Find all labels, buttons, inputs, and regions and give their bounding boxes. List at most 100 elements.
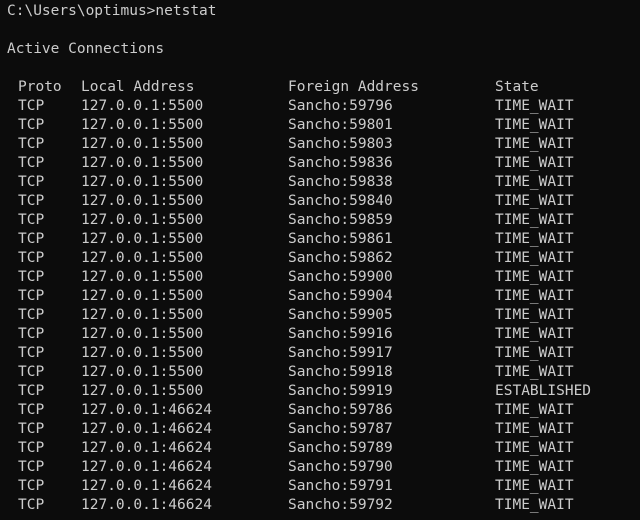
table-row: TCP 127.0.0.1:5500 Sancho:59840 TIME_WAIT	[0, 192, 640, 211]
local-address-cell: 127.0.0.1:5500	[81, 174, 204, 190]
table-row: TCP 127.0.0.1:5500 Sancho:59801 TIME_WAIT	[0, 116, 640, 135]
local-address-cell: 127.0.0.1:5500	[81, 326, 204, 342]
foreign-address-cell: Sancho:59838	[288, 174, 393, 190]
local-address-cell: 127.0.0.1:5500	[81, 117, 204, 133]
foreign-address-cell: Sancho:59791	[288, 478, 393, 494]
foreign-address-cell: Sancho:59918	[288, 364, 393, 380]
proto-cell: TCP	[18, 174, 45, 190]
state-cell: TIME_WAIT	[495, 402, 574, 418]
foreign-address-cell: Sancho:59787	[288, 421, 393, 437]
table-row: TCP 127.0.0.1:46624 Sancho:59786 TIME_WAIT	[0, 401, 640, 420]
proto-cell: TCP	[18, 269, 45, 285]
local-address-cell: 127.0.0.1:5500	[81, 345, 204, 361]
state-cell: TIME_WAIT	[495, 478, 574, 494]
column-header-proto: Proto	[18, 79, 62, 95]
proto-cell: TCP	[18, 98, 45, 114]
foreign-address-cell: Sancho:59786	[288, 402, 393, 418]
proto-cell: TCP	[18, 421, 45, 437]
local-address-cell: 127.0.0.1:5500	[81, 231, 204, 247]
foreign-address-cell: Sancho:59919	[288, 383, 393, 399]
foreign-address-cell: Sancho:59905	[288, 307, 393, 323]
state-cell: TIME_WAIT	[495, 421, 574, 437]
table-row: TCP 127.0.0.1:5500 Sancho:59916 TIME_WAIT	[0, 325, 640, 344]
column-header-local-address: Local Address	[81, 79, 195, 95]
table-row: TCP 127.0.0.1:5500 Sancho:59861 TIME_WAIT	[0, 230, 640, 249]
state-cell: TIME_WAIT	[495, 345, 574, 361]
local-address-cell: 127.0.0.1:46624	[81, 402, 212, 418]
table-row: TCP 127.0.0.1:5500 Sancho:59900 TIME_WAIT	[0, 268, 640, 287]
local-address-cell: 127.0.0.1:46624	[81, 478, 212, 494]
local-address-cell: 127.0.0.1:46624	[81, 459, 212, 475]
local-address-cell: 127.0.0.1:5500	[81, 364, 204, 380]
proto-cell: TCP	[18, 117, 45, 133]
proto-cell: TCP	[18, 459, 45, 475]
proto-cell: TCP	[18, 288, 45, 304]
state-cell: TIME_WAIT	[495, 98, 574, 114]
proto-cell: TCP	[18, 402, 45, 418]
table-row: TCP 127.0.0.1:5500 Sancho:59859 TIME_WAIT	[0, 211, 640, 230]
proto-cell: TCP	[18, 155, 45, 171]
table-row: TCP 127.0.0.1:5500 Sancho:59919 ESTABLISHED	[0, 382, 640, 401]
state-cell: TIME_WAIT	[495, 155, 574, 171]
terminal-window[interactable]: C:\Users\optimus>netstat Active Connecti…	[0, 0, 640, 520]
foreign-address-cell: Sancho:59789	[288, 440, 393, 456]
section-title: Active Connections	[7, 41, 165, 57]
proto-cell: TCP	[18, 193, 45, 209]
local-address-cell: 127.0.0.1:5500	[81, 98, 204, 114]
foreign-address-cell: Sancho:59904	[288, 288, 393, 304]
state-cell: TIME_WAIT	[495, 497, 574, 513]
proto-cell: TCP	[18, 364, 45, 380]
foreign-address-cell: Sancho:59792	[288, 497, 393, 513]
foreign-address-cell: Sancho:59803	[288, 136, 393, 152]
local-address-cell: 127.0.0.1:5500	[81, 212, 204, 228]
state-cell: TIME_WAIT	[495, 193, 574, 209]
state-cell: TIME_WAIT	[495, 326, 574, 342]
foreign-address-cell: Sancho:59917	[288, 345, 393, 361]
state-cell: TIME_WAIT	[495, 174, 574, 190]
table-header: Proto Local Address Foreign Address Stat…	[0, 78, 640, 97]
foreign-address-cell: Sancho:59859	[288, 212, 393, 228]
state-cell: TIME_WAIT	[495, 212, 574, 228]
proto-cell: TCP	[18, 231, 45, 247]
proto-cell: TCP	[18, 478, 45, 494]
table-row: TCP 127.0.0.1:5500 Sancho:59904 TIME_WAIT	[0, 287, 640, 306]
foreign-address-cell: Sancho:59796	[288, 98, 393, 114]
local-address-cell: 127.0.0.1:46624	[81, 421, 212, 437]
foreign-address-cell: Sancho:59862	[288, 250, 393, 266]
foreign-address-cell: Sancho:59801	[288, 117, 393, 133]
local-address-cell: 127.0.0.1:5500	[81, 307, 204, 323]
foreign-address-cell: Sancho:59790	[288, 459, 393, 475]
table-row: TCP 127.0.0.1:5500 Sancho:59836 TIME_WAIT	[0, 154, 640, 173]
table-row: TCP 127.0.0.1:5500 Sancho:59796 TIME_WAIT	[0, 97, 640, 116]
local-address-cell: 127.0.0.1:46624	[81, 440, 212, 456]
table-row: TCP 127.0.0.1:46624 Sancho:59787 TIME_WAIT	[0, 420, 640, 439]
column-header-foreign-address: Foreign Address	[288, 79, 419, 95]
table-row: TCP 127.0.0.1:46624 Sancho:59789 TIME_WAIT	[0, 439, 640, 458]
local-address-cell: 127.0.0.1:5500	[81, 155, 204, 171]
table-row: TCP 127.0.0.1:5500 Sancho:59803 TIME_WAIT	[0, 135, 640, 154]
state-cell: TIME_WAIT	[495, 364, 574, 380]
state-cell: TIME_WAIT	[495, 136, 574, 152]
state-cell: TIME_WAIT	[495, 307, 574, 323]
command-prompt-line: C:\Users\optimus>netstat	[7, 3, 217, 19]
table-row: TCP 127.0.0.1:46624 Sancho:59792 TIME_WAIT	[0, 496, 640, 515]
foreign-address-cell: Sancho:59916	[288, 326, 393, 342]
state-cell: TIME_WAIT	[495, 231, 574, 247]
foreign-address-cell: Sancho:59900	[288, 269, 393, 285]
state-cell: ESTABLISHED	[495, 383, 592, 399]
local-address-cell: 127.0.0.1:5500	[81, 269, 204, 285]
proto-cell: TCP	[18, 307, 45, 323]
table-row: TCP 127.0.0.1:46624 Sancho:59790 TIME_WAIT	[0, 458, 640, 477]
state-cell: TIME_WAIT	[495, 440, 574, 456]
state-cell: TIME_WAIT	[495, 459, 574, 475]
proto-cell: TCP	[18, 212, 45, 228]
local-address-cell: 127.0.0.1:5500	[81, 250, 204, 266]
state-cell: TIME_WAIT	[495, 250, 574, 266]
proto-cell: TCP	[18, 440, 45, 456]
proto-cell: TCP	[18, 497, 45, 513]
proto-cell: TCP	[18, 383, 45, 399]
table-row: TCP 127.0.0.1:46624 Sancho:59791 TIME_WAIT	[0, 477, 640, 496]
local-address-cell: 127.0.0.1:5500	[81, 383, 204, 399]
table-row: TCP 127.0.0.1:5500 Sancho:59905 TIME_WAIT	[0, 306, 640, 325]
local-address-cell: 127.0.0.1:5500	[81, 288, 204, 304]
